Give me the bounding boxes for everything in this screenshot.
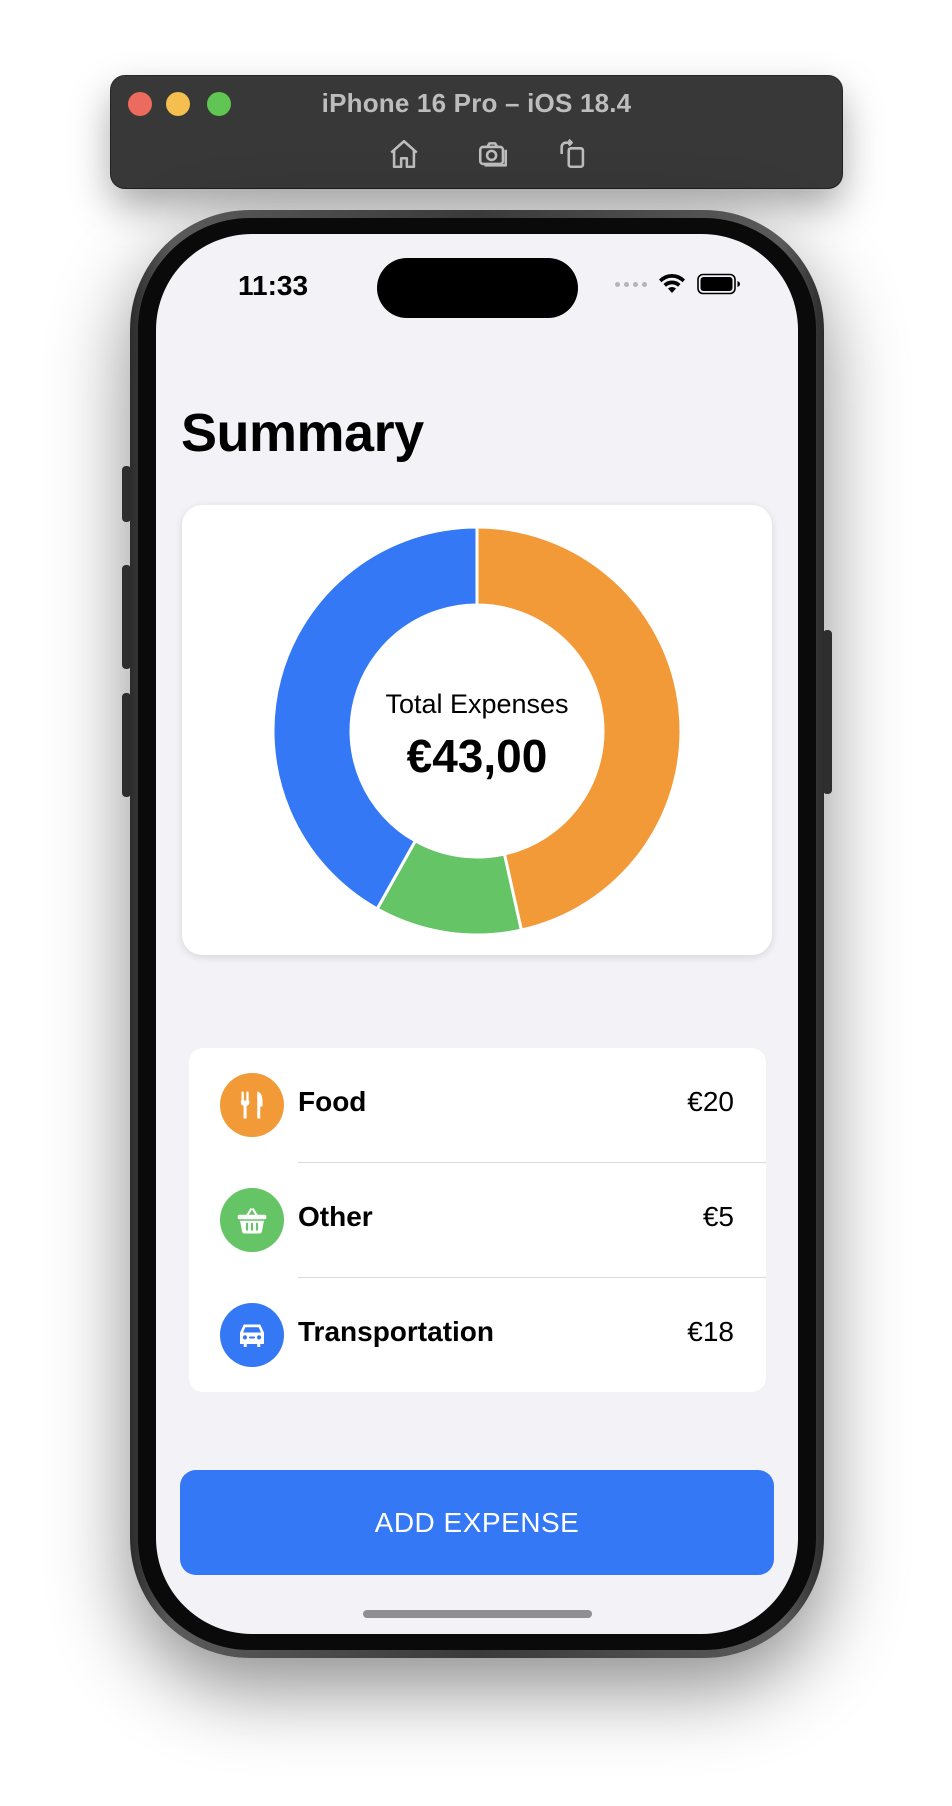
home-indicator[interactable] — [363, 1610, 592, 1618]
screenshot-button[interactable] — [473, 134, 513, 174]
simulator-titlebar: iPhone 16 Pro – iOS 18.4 — [111, 76, 842, 188]
status-time: 11:33 — [238, 270, 309, 301]
summary-chart-card: Total Expenses €43,00 — [182, 505, 772, 955]
home-icon — [390, 139, 418, 169]
rotate-icon — [560, 138, 585, 169]
list-item-food[interactable]: Food €20 — [189, 1048, 766, 1163]
rotate-button[interactable] — [553, 134, 593, 174]
add-expense-button[interactable]: ADD EXPENSE — [180, 1470, 774, 1575]
category-amount: €5 — [702, 1201, 734, 1232]
fork-knife-icon — [220, 1073, 284, 1137]
category-name: Other — [298, 1201, 373, 1232]
simulator-title: iPhone 16 Pro – iOS 18.4 — [321, 88, 632, 118]
car-icon — [220, 1303, 284, 1367]
cellular-signal-icon — [615, 281, 647, 287]
category-amount: €18 — [687, 1316, 734, 1347]
wifi-icon — [659, 273, 685, 293]
category-name: Transportation — [298, 1316, 495, 1347]
page-title: Summary — [181, 403, 424, 463]
list-item-other[interactable]: Other €5 — [189, 1163, 766, 1278]
phone-screen: 11:33 Summary Total Expenses €43,00 Food… — [156, 234, 798, 1634]
side-button — [823, 630, 832, 794]
category-amount: €20 — [687, 1086, 734, 1117]
category-name: Food — [298, 1086, 367, 1117]
status-indicators — [615, 272, 741, 296]
screenshot-icon — [478, 142, 508, 167]
list-item-transportation[interactable]: Transportation €18 — [189, 1278, 766, 1392]
home-button[interactable] — [384, 134, 424, 174]
dynamic-island — [377, 258, 578, 318]
category-list: Food €20 Other €5 Transportation €18 — [189, 1048, 766, 1392]
basket-icon — [220, 1188, 284, 1252]
chart-center-value: €43,00 — [406, 730, 548, 782]
chart-center-label: Total Expenses — [385, 689, 569, 719]
battery-icon — [697, 273, 740, 295]
